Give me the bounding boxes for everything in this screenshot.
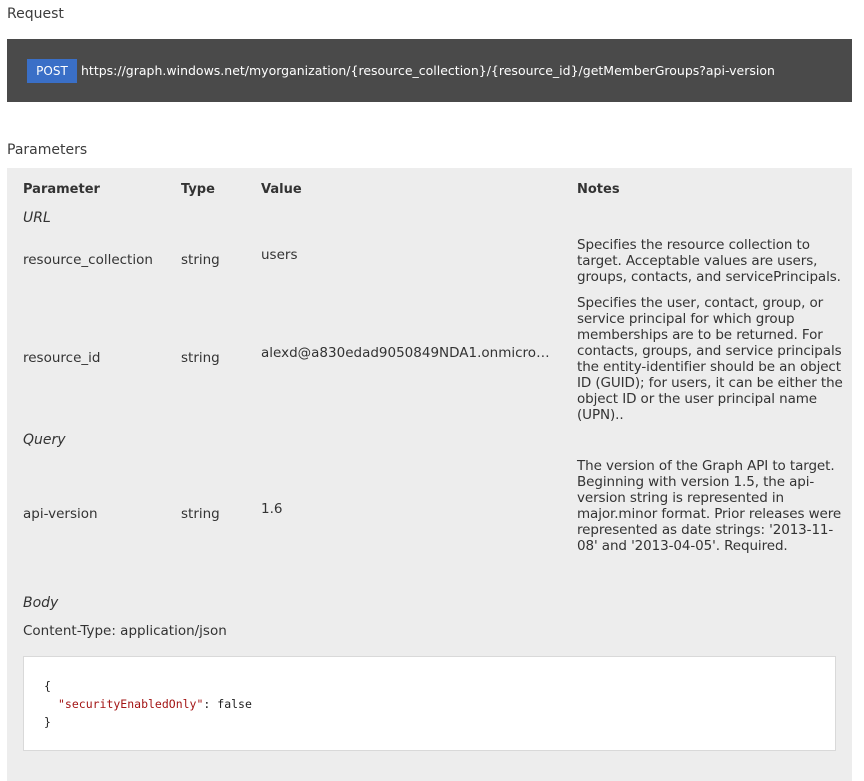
param-notes: The version of the Graph API to target. …: [577, 458, 842, 554]
column-header-type: Type: [181, 182, 215, 197]
param-name: resource_collection: [23, 252, 153, 268]
code-line-property: "securityEnabledOnly": false: [58, 697, 252, 711]
param-notes: Specifies the user, contact, group, or s…: [577, 295, 843, 423]
parameters-heading: Parameters: [7, 142, 88, 158]
json-separator: :: [203, 697, 218, 711]
param-value: users: [261, 247, 298, 263]
request-heading: Request: [7, 6, 64, 22]
group-label-body: Body: [23, 595, 59, 611]
param-name: resource_id: [23, 350, 101, 366]
group-label-query: Query: [23, 432, 66, 448]
request-url[interactable]: https://graph.windows.net/myorganization…: [81, 59, 775, 83]
request-body-code: { "securityEnabledOnly": false }: [23, 656, 836, 751]
param-name: api-version: [23, 506, 98, 522]
param-type: string: [181, 350, 220, 366]
parameters-table: Parameter Type Value Notes URL resource_…: [7, 168, 852, 781]
param-value: 1.6: [261, 501, 283, 517]
json-value: false: [217, 697, 252, 711]
http-method-badge: POST: [27, 59, 77, 83]
group-label-url: URL: [23, 210, 51, 226]
param-type: string: [181, 252, 220, 268]
param-notes: Specifies the resource collection to tar…: [577, 237, 841, 285]
column-header-notes: Notes: [577, 182, 620, 197]
param-type: string: [181, 506, 220, 522]
column-header-parameter: Parameter: [23, 182, 100, 197]
request-bar: POST https://graph.windows.net/myorganiz…: [7, 39, 852, 102]
code-open-brace: {: [44, 679, 51, 693]
column-header-value: Value: [261, 182, 302, 197]
json-key: "securityEnabledOnly": [58, 697, 204, 711]
param-value: alexd@a830edad9050849NDA1.onmicrosoft.co…: [261, 345, 551, 361]
content-type-label: Content-Type: application/json: [23, 623, 227, 639]
code-close-brace: }: [44, 715, 51, 729]
